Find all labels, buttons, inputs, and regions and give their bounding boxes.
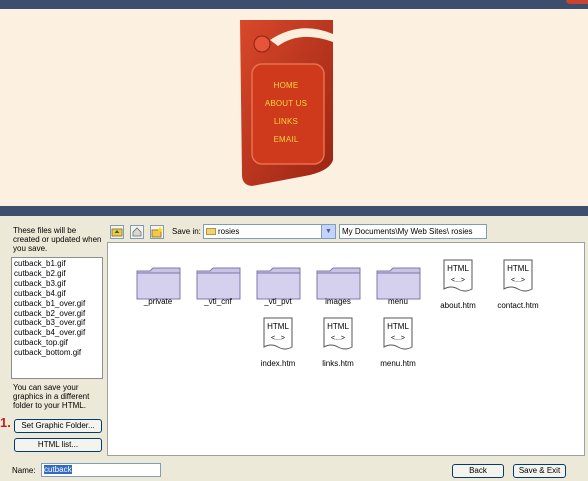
save-in-dropdown[interactable]: rosies ▼ bbox=[203, 224, 336, 239]
info-text: These files will be created or updated w… bbox=[13, 226, 102, 253]
folder-label: menu bbox=[387, 297, 408, 306]
folder-label: _vti_pvt bbox=[264, 297, 292, 306]
html-icon-text: HTML bbox=[327, 322, 349, 331]
close-icon[interactable] bbox=[566, 0, 588, 4]
html-list-button[interactable]: HTML list... bbox=[14, 438, 102, 452]
menu-link-home[interactable]: HOME bbox=[257, 81, 315, 90]
name-value: cutback bbox=[44, 465, 72, 474]
html-icon-subtext: <...> bbox=[391, 335, 405, 342]
save-exit-button[interactable]: Save & Exit bbox=[513, 464, 566, 478]
html-file-icon: HTML <...> bbox=[503, 259, 533, 292]
folder-icon bbox=[136, 267, 181, 300]
folder-label: _vti_cnf bbox=[204, 297, 232, 306]
dialog-title-bar bbox=[0, 206, 588, 216]
html-icon-subtext: <...> bbox=[331, 335, 345, 342]
html-icon-subtext: <...> bbox=[511, 277, 525, 284]
save-in-value: rosies bbox=[218, 227, 240, 236]
list-item[interactable]: cutback_b4.gif bbox=[14, 289, 100, 299]
name-input[interactable]: cutback bbox=[41, 463, 161, 477]
html-file-icon: HTML <...> bbox=[263, 317, 293, 350]
file-label: links.htm bbox=[322, 359, 354, 368]
chevron-down-icon[interactable]: ▼ bbox=[321, 225, 335, 238]
folder-icon bbox=[206, 228, 216, 235]
list-item[interactable]: cutback_b1_over.gif bbox=[14, 299, 100, 309]
html-icon-text: HTML bbox=[447, 264, 469, 273]
up-folder-icon[interactable] bbox=[110, 225, 124, 239]
folder-icon bbox=[376, 267, 421, 300]
top-title-bar bbox=[0, 0, 588, 9]
menu-link-email[interactable]: EMAIL bbox=[257, 135, 315, 144]
list-item[interactable]: cutback_b1.gif bbox=[14, 259, 100, 269]
list-item[interactable]: cutback_b2_over.gif bbox=[14, 309, 100, 319]
list-item[interactable]: cutback_bottom.gif bbox=[14, 348, 100, 358]
html-file-icon: HTML <...> bbox=[443, 259, 473, 292]
file-browser[interactable]: _private _vti_cnf _vti_pvt images menu H… bbox=[107, 242, 585, 456]
save-in-label: Save in: bbox=[172, 227, 201, 236]
list-item[interactable]: cutback_b4_over.gif bbox=[14, 328, 100, 338]
html-icon-text: HTML bbox=[507, 264, 529, 273]
list-item[interactable]: cutback_b3.gif bbox=[14, 279, 100, 289]
html-file-icon: HTML <...> bbox=[323, 317, 353, 350]
set-graphic-folder-button[interactable]: Set Graphic Folder... bbox=[14, 419, 102, 433]
new-folder-icon[interactable] bbox=[150, 225, 164, 239]
html-file-icon: HTML <...> bbox=[383, 317, 413, 350]
folder-icon bbox=[316, 267, 361, 300]
html-icon-text: HTML bbox=[387, 322, 409, 331]
html-icon-text: HTML bbox=[267, 322, 289, 331]
file-list[interactable]: cutback_b1.gif cutback_b2.gif cutback_b3… bbox=[11, 257, 103, 379]
menu-link-about-us[interactable]: ABOUT US bbox=[257, 99, 315, 108]
folder-label: _private bbox=[143, 297, 173, 306]
list-item[interactable]: cutback_b2.gif bbox=[14, 269, 100, 279]
html-icon-subtext: <...> bbox=[271, 335, 285, 342]
step-number: 1. bbox=[0, 415, 11, 430]
file-label: menu.htm bbox=[380, 359, 416, 368]
list-item[interactable]: cutback_b3_over.gif bbox=[14, 318, 100, 328]
folder-icon bbox=[196, 267, 241, 300]
name-label: Name: bbox=[12, 466, 36, 475]
path-field[interactable]: My Documents\My Web Sites\ rosies bbox=[339, 224, 487, 239]
file-label: contact.htm bbox=[497, 301, 539, 310]
folder-icon bbox=[256, 267, 301, 300]
back-button[interactable]: Back bbox=[452, 464, 504, 478]
file-label: index.htm bbox=[260, 359, 296, 368]
list-item[interactable]: cutback_top.gif bbox=[14, 338, 100, 348]
hint-text: You can save your graphics in a differen… bbox=[13, 383, 90, 410]
file-label: about.htm bbox=[440, 301, 476, 310]
folder-label: images bbox=[325, 297, 351, 306]
html-icon-subtext: <...> bbox=[451, 277, 465, 284]
home-icon[interactable] bbox=[130, 225, 144, 239]
menu-link-links[interactable]: LINKS bbox=[257, 117, 315, 126]
